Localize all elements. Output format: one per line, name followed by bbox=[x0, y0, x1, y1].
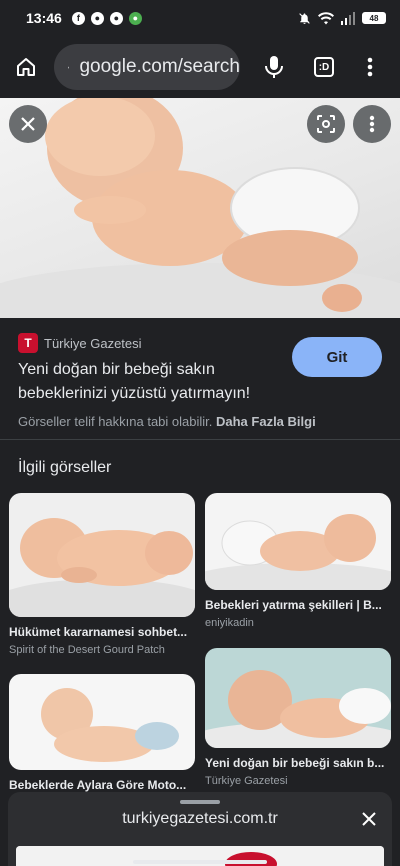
related-image-source: eniyikadin bbox=[205, 617, 254, 629]
url-text: google.com/search bbox=[79, 56, 240, 77]
related-image-thumbnail bbox=[9, 674, 195, 770]
drag-handle[interactable] bbox=[180, 800, 220, 804]
image-info-panel: T Türkiye Gazetesi Yeni doğan bir bebeği… bbox=[0, 318, 400, 440]
more-info-link[interactable]: Daha Fazla Bilgi bbox=[216, 414, 316, 429]
site-bottom-sheet[interactable]: turkiyegazetesi.com.tr bbox=[8, 792, 392, 866]
source-logo: T bbox=[18, 333, 38, 353]
status-time: 13:46 bbox=[26, 10, 62, 26]
baby-thumbnail-4 bbox=[205, 648, 391, 748]
app-notification-icon: ● bbox=[90, 11, 104, 25]
lock-icon bbox=[68, 66, 70, 68]
close-icon bbox=[21, 117, 35, 131]
tab-switcher-button[interactable]: :D bbox=[298, 36, 350, 98]
related-image-thumbnail bbox=[205, 493, 391, 590]
image-headline[interactable]: Yeni doğan bir bebeği sakın bebekleriniz… bbox=[18, 358, 288, 406]
mic-icon bbox=[265, 56, 283, 78]
home-icon bbox=[17, 58, 35, 76]
source-name[interactable]: Türkiye Gazetesi bbox=[44, 336, 142, 351]
baby-thumbnail-1 bbox=[9, 493, 195, 617]
related-image-title: Bebeklerde Aylara Göre Moto... bbox=[9, 778, 187, 792]
site-domain: turkiyegazetesi.com.tr bbox=[122, 810, 278, 827]
status-bar: 13:46 f ● ● ● 48 bbox=[0, 0, 400, 36]
facebook-notification-icon: f bbox=[71, 11, 85, 25]
related-image-title: Bebekleri yatırma şekilleri | B... bbox=[205, 598, 382, 612]
wifi-icon bbox=[318, 11, 334, 24]
copyright-notice: Görseller telif hakkına tabi olabilir. D… bbox=[18, 414, 316, 429]
lens-icon bbox=[317, 115, 335, 133]
address-bar[interactable]: google.com/search bbox=[54, 44, 240, 90]
browser-menu-button[interactable] bbox=[344, 36, 396, 98]
related-image-thumbnail bbox=[205, 648, 391, 748]
related-image-source: Türkiye Gazetesi bbox=[205, 775, 288, 787]
signal-icon bbox=[341, 11, 355, 25]
browser-toolbar: google.com/search :D bbox=[0, 36, 400, 98]
divider bbox=[0, 439, 400, 440]
related-image-card[interactable]: Yeni doğan bir bebeği sakın b... Türkiye… bbox=[205, 648, 391, 787]
gesture-bar[interactable] bbox=[133, 860, 267, 864]
battery-icon: 48 bbox=[362, 12, 386, 24]
visit-button[interactable]: Git bbox=[292, 337, 382, 377]
menu-icon bbox=[367, 57, 373, 77]
home-button[interactable] bbox=[0, 36, 52, 98]
related-image-card[interactable]: Bebekleri yatırma şekilleri | B... eniyi… bbox=[205, 493, 391, 629]
copyright-text: Görseller telif hakkına tabi olabilir. bbox=[18, 414, 213, 429]
tabs-icon: :D bbox=[314, 57, 334, 77]
app-notification-icon-2: ● bbox=[109, 11, 123, 25]
related-image-card[interactable]: Hükümet kararnamesi sohbet... Spirit of … bbox=[9, 493, 195, 656]
baby-thumbnail-3 bbox=[9, 674, 195, 770]
lens-search-button[interactable] bbox=[307, 105, 345, 143]
related-image-title: Yeni doğan bir bebeği sakın b... bbox=[205, 756, 385, 770]
related-image-thumbnail bbox=[9, 493, 195, 617]
app-notification-icon-3: ● bbox=[128, 11, 142, 25]
close-preview-button[interactable] bbox=[9, 105, 47, 143]
voice-search-button[interactable] bbox=[248, 36, 300, 98]
close-icon bbox=[362, 812, 376, 826]
close-sheet-button[interactable] bbox=[354, 804, 384, 834]
preview-image[interactable] bbox=[0, 98, 400, 318]
mute-icon bbox=[299, 12, 310, 24]
related-images-title: İlgili görseller bbox=[18, 459, 112, 476]
related-image-title: Hükümet kararnamesi sohbet... bbox=[9, 625, 188, 639]
more-options-button[interactable] bbox=[353, 105, 391, 143]
related-image-card[interactable]: Bebeklerde Aylara Göre Moto... bbox=[9, 674, 195, 797]
related-image-source: Spirit of the Desert Gourd Patch bbox=[9, 644, 165, 656]
baby-thumbnail-2 bbox=[205, 493, 391, 590]
more-icon bbox=[369, 115, 375, 133]
